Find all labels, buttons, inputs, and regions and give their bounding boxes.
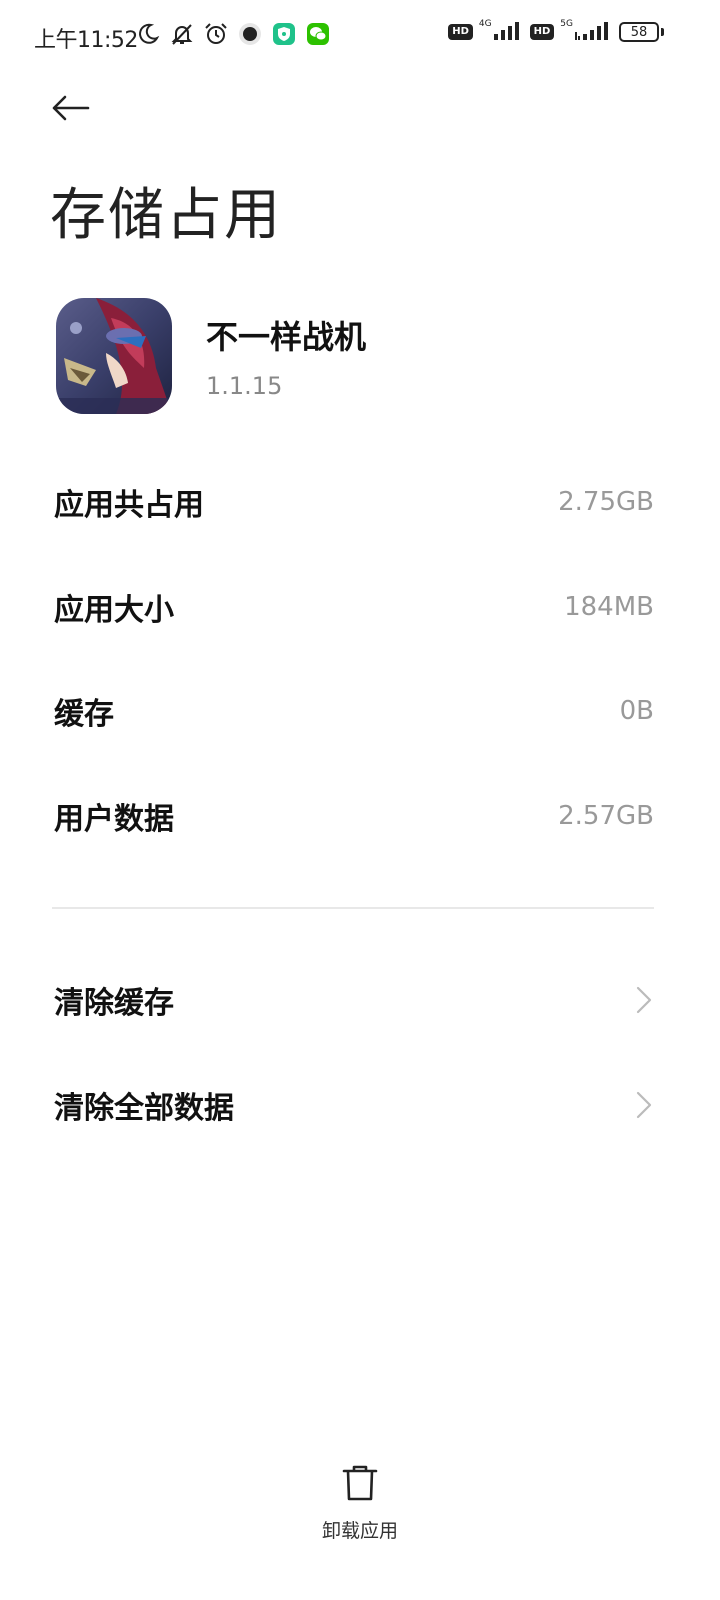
arrow-left-icon — [52, 95, 90, 121]
action-list: 清除缓存 清除全部数据 — [54, 948, 654, 1157]
moon-icon — [134, 20, 162, 48]
row-label: 缓存 — [54, 697, 114, 733]
app-icon — [56, 298, 172, 414]
status-left-icons — [134, 20, 332, 48]
battery-level: 58 — [630, 24, 648, 40]
back-button[interactable] — [44, 84, 96, 132]
row-value: 2.75GB — [558, 487, 654, 518]
battery-tip — [661, 28, 664, 36]
clear-all-data-button[interactable]: 清除全部数据 — [54, 1053, 654, 1158]
uninstall-label: 卸载应用 — [321, 1520, 398, 1542]
row-value: 0B — [619, 696, 654, 727]
alarm-icon — [202, 20, 230, 48]
status-right-icons: HD 4G HD 5G 58 — [448, 19, 664, 44]
bell-off-icon — [168, 20, 196, 48]
network-type: 4G — [478, 19, 492, 29]
action-label: 清除缓存 — [54, 986, 174, 1022]
battery-icon: 58 — [619, 22, 659, 42]
divider — [52, 907, 654, 909]
row-value: 2.57GB — [558, 801, 654, 832]
row-label: 应用大小 — [54, 592, 174, 628]
app-info: 不一样战机 1.1.15 — [206, 312, 366, 400]
chevron-right-icon — [634, 1089, 654, 1121]
record-icon — [236, 20, 264, 48]
storage-row-user-data: 用户数据 2.57GB — [54, 764, 654, 869]
app-name: 不一样战机 — [206, 318, 367, 356]
row-value: 184MB — [564, 591, 654, 622]
status-time: 上午11:52 — [34, 28, 138, 53]
page-title: 存储占用 — [50, 183, 282, 248]
storage-list: 应用共占用 2.75GB 应用大小 184MB 缓存 0B 用户数据 2.57G… — [54, 450, 654, 868]
hd-badge: HD — [529, 24, 555, 40]
app-version: 1.1.15 — [206, 372, 283, 400]
security-app-icon — [270, 20, 298, 48]
status-bar: 上午11:52 HD 4G HD 5G 58 — [0, 0, 720, 72]
wechat-icon — [304, 20, 332, 48]
hd-badge: HD — [448, 24, 473, 40]
row-label: 应用共占用 — [54, 488, 204, 524]
storage-row-app-size: 应用大小 184MB — [54, 555, 654, 660]
app-header: 不一样战机 1.1.15 — [56, 298, 366, 414]
trash-icon — [342, 1464, 378, 1506]
clear-cache-button[interactable]: 清除缓存 — [54, 948, 654, 1053]
uninstall-button[interactable]: 卸载应用 — [300, 1464, 420, 1543]
chevron-right-icon — [634, 984, 654, 1016]
signal-icon — [575, 20, 613, 44]
network-type: 5G — [560, 19, 573, 29]
signal-icon — [493, 20, 524, 44]
row-label: 用户数据 — [54, 802, 174, 838]
action-label: 清除全部数据 — [54, 1090, 234, 1126]
storage-row-cache: 缓存 0B — [54, 659, 654, 764]
storage-row-total: 应用共占用 2.75GB — [54, 450, 654, 555]
